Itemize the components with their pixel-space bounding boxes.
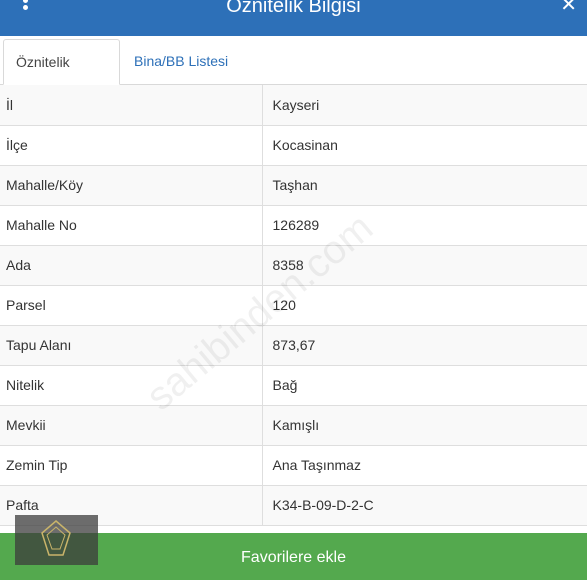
table-row: Mahalle No 126289 <box>0 205 587 246</box>
attribute-value: 873,67 <box>262 325 587 366</box>
tab-building-list[interactable]: Bina/BB Listesi <box>122 39 240 84</box>
tab-bar: Öznitelik Bilgisi Bina/BB Listesi <box>0 36 587 115</box>
tab-attribute-info[interactable]: Öznitelik Bilgisi <box>3 39 120 115</box>
table-row: Mevkii Kamışlı <box>0 405 587 446</box>
logo-icon <box>15 515 98 565</box>
table-row: Zemin Tip Ana Taşınmaz <box>0 445 587 486</box>
attribute-key: Zemin Tip <box>0 445 263 486</box>
table-row: İlçe Kocasinan <box>0 125 587 166</box>
attribute-value: Ana Taşınmaz <box>262 445 587 486</box>
attribute-value: 120 <box>262 285 587 326</box>
attribute-value: K34-B-09-D-2-C <box>262 485 587 526</box>
attribute-key: İlçe <box>0 125 263 166</box>
attribute-value: Kayseri <box>262 85 587 126</box>
close-icon[interactable]: ✕ <box>560 0 577 16</box>
attribute-key: Parsel <box>0 285 263 326</box>
dialog-title: Öznitelik Bilgisi <box>226 0 361 17</box>
attribute-key: Nitelik <box>0 365 263 406</box>
attribute-value: 126289 <box>262 205 587 246</box>
attribute-value: Taşhan <box>262 165 587 206</box>
dialog-header: Öznitelik Bilgisi ✕ <box>0 0 587 36</box>
attribute-table: İl Kayseri İlçe Kocasinan Mahalle/Köy Taşha… <box>0 85 587 526</box>
attribute-key: Tapu Alanı <box>0 325 263 366</box>
table-row: Mahalle/Köy Taşhan <box>0 165 587 206</box>
table-row: Tapu Alanı 873,67 <box>0 325 587 366</box>
attribute-value: Kocasinan <box>262 125 587 166</box>
attribute-value: Bağ <box>262 365 587 406</box>
attribute-key: Mevkii <box>0 405 263 446</box>
attribute-value: Kamışlı <box>262 405 587 446</box>
logo-graphic <box>41 520 71 556</box>
table-row: Ada 8358 <box>0 245 587 286</box>
attribute-key: Mahalle No <box>0 205 263 246</box>
table-row: Parsel 120 <box>0 285 587 326</box>
attribute-value: 8358 <box>262 245 587 286</box>
attribute-key: Ada <box>0 245 263 286</box>
table-row: Nitelik Bağ <box>0 365 587 406</box>
table-row: İl Kayseri <box>0 85 587 126</box>
attribute-key: İl <box>0 85 263 126</box>
attribute-key: Mahalle/Köy <box>0 165 263 206</box>
